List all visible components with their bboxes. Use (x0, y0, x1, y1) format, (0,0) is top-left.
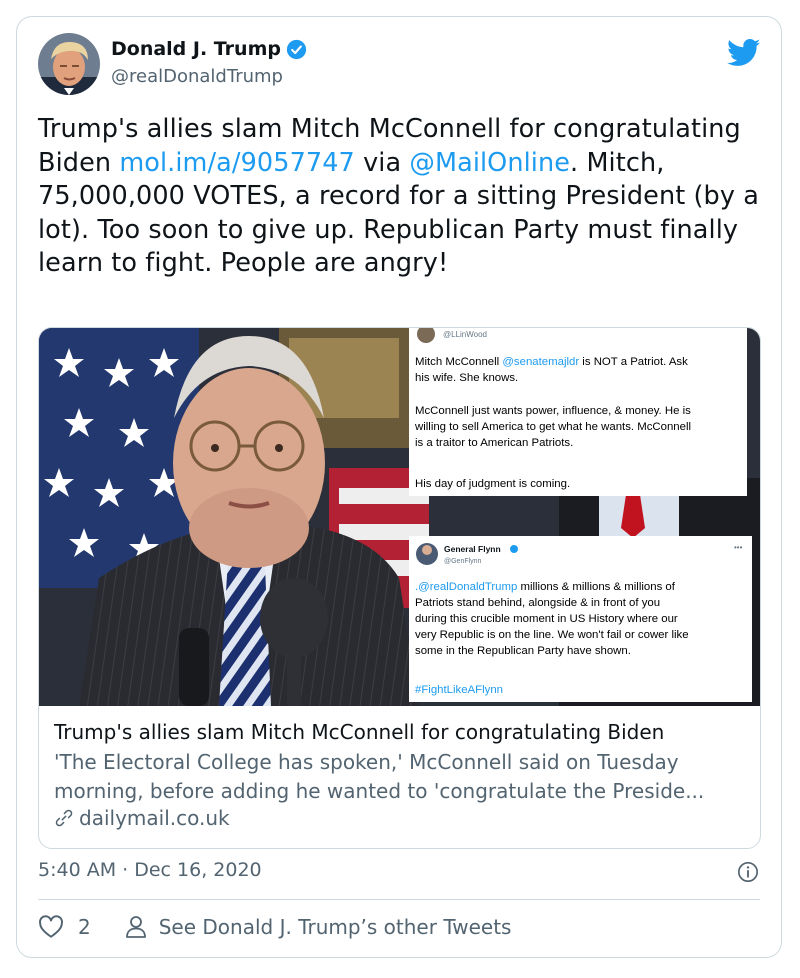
embedded-tweet-2-line-1: .@realDonaldTrump millions & millions & … (415, 581, 676, 593)
embedded-tweet-1-line-3: McConnell just wants power, influence, &… (415, 405, 691, 417)
embedded-tweet-1-handle: @LLinWood (443, 330, 487, 339)
link-preview-image: @LLinWood Mitch McConnell @senatemajldr … (39, 328, 760, 706)
embedded-tweet-1-line-6: His day of judgment is coming. (415, 478, 570, 490)
author-avatar[interactable] (38, 33, 100, 95)
avatar-portrait (38, 33, 100, 95)
other-tweets-link[interactable]: See Donald J. Trump’s other Tweets (125, 915, 512, 939)
actions-divider (38, 899, 760, 900)
link-card-description: 'The Electoral College has spoken,' McCo… (54, 750, 705, 803)
link-card-domain-text: dailymail.co.uk (79, 806, 230, 830)
other-tweets-label: See Donald J. Trump’s other Tweets (158, 915, 512, 939)
author-name-text: Donald J. Trump (111, 38, 281, 60)
link-preview-card[interactable]: @LLinWood Mitch McConnell @senatemajldr … (38, 327, 761, 849)
like-count: 2 (78, 915, 91, 939)
tweet-card: Donald J. Trump @realDonaldTrump Trump's… (16, 16, 782, 958)
twitter-bird-icon[interactable] (727, 39, 761, 67)
embedded-tweet-2-line-3: during this crucible moment in US Histor… (415, 613, 678, 625)
tweet-actions: 2 See Donald J. Trump’s other Tweets (38, 915, 511, 939)
author-handle[interactable]: @realDonaldTrump (111, 66, 283, 87)
tweet-text: Trump's allies slam Mitch McConnell for … (38, 113, 768, 281)
like-button[interactable]: 2 (38, 915, 91, 939)
tweet-text-part-2: via (354, 147, 410, 178)
author-name[interactable]: Donald J. Trump (111, 38, 307, 60)
mailonline-mention-link[interactable]: @MailOnline (409, 148, 570, 178)
person-icon (125, 916, 146, 938)
embedded-tweet-2-hashtag: #FightLikeAFlynn (415, 684, 503, 696)
embedded-tweet-2-line-4: very Republic is on the line. We won't f… (415, 629, 689, 641)
verified-badge-icon (286, 39, 307, 59)
info-icon[interactable] (737, 861, 759, 883)
embedded-tweet-2-more: ••• (734, 543, 743, 552)
link-icon (55, 809, 73, 827)
embedded-tweet-1-line-1: Mitch McConnell @senatemajldr is NOT a P… (415, 356, 688, 368)
tweet-timestamp[interactable]: 5:40 AM · Dec 16, 2020 (38, 859, 262, 881)
embedded-tweet-1-line-5: is a traitor to American Patriots. (415, 437, 573, 449)
embedded-tweet-1-line-2: his wife. She knows. (415, 372, 518, 384)
embedded-tweet-2-line-5: some in the Republican Party have shown. (415, 645, 631, 657)
article-short-link[interactable]: mol.im/a/9057747 (119, 148, 355, 178)
heart-icon (39, 915, 63, 938)
embedded-tweet-2-name: General Flynn (444, 544, 501, 554)
link-card-domain: dailymail.co.uk (54, 806, 230, 830)
embedded-tweet-2-line-2: Patriots stand behind, alongside & in fr… (415, 597, 660, 609)
embedded-tweet-1-line-4: willing to sell America to get what he w… (414, 421, 691, 433)
embedded-tweet-2-handle: @GenFlynn (444, 558, 482, 565)
link-card-title: Trump's allies slam Mitch McConnell for … (54, 720, 665, 744)
